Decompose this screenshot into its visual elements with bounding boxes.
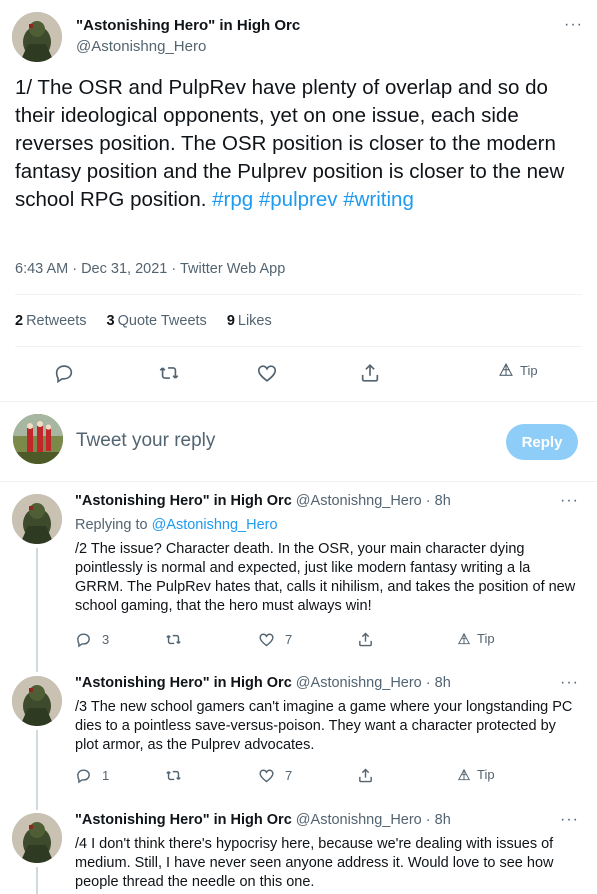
reply-reply-button[interactable]: 1	[75, 767, 109, 784]
likes-stat[interactable]: 9 Likes	[227, 313, 272, 329]
reply-text: /4 I don't think there's hypocrisy here,…	[75, 836, 554, 890]
retweets-stat[interactable]: 2 Retweets	[15, 313, 87, 329]
reply-author-avatar[interactable]	[12, 494, 62, 544]
tweet-action-bar: Tip	[0, 358, 597, 390]
more-options-icon[interactable]: ···	[564, 16, 583, 34]
reply-header: "Astonishing Hero" in High Orc @Astonish…	[75, 812, 451, 828]
reply-text: /2 The issue? Character death. In the OS…	[75, 541, 576, 614]
reply-header: "Astonishing Hero" in High Orc @Astonish…	[75, 493, 451, 509]
tip-label: Tip	[477, 631, 495, 646]
like-button[interactable]: 7	[258, 631, 292, 648]
main-tweet-header: "Astonishing Hero" in High Orc @Astonish…	[12, 10, 585, 65]
hashtag-rpg[interactable]: #rpg	[212, 188, 253, 211]
tip-icon	[457, 632, 471, 644]
tip-label: Tip	[477, 767, 495, 782]
like-button[interactable]: 7	[258, 767, 292, 784]
quote-count: 3	[106, 313, 115, 329]
quote-tweets-stat[interactable]: 3 Quote Tweets	[107, 313, 207, 329]
divider	[15, 346, 582, 347]
reply-author-name[interactable]: "Astonishing Hero" in High Orc	[75, 493, 292, 509]
like-icon	[259, 633, 274, 647]
author-name[interactable]: "Astonishing Hero" in High Orc	[76, 17, 300, 34]
thread-line	[36, 867, 38, 894]
reply-text: /3 The new school gamers can't imagine a…	[75, 699, 573, 753]
reply-count: 1	[102, 768, 110, 783]
reply-button[interactable]: Reply	[506, 424, 578, 460]
reply-count: 3	[102, 632, 110, 647]
hashtag-pulprev[interactable]: #pulprev	[259, 188, 338, 211]
reply-author-name[interactable]: "Astonishing Hero" in High Orc	[75, 812, 292, 828]
tip-icon	[457, 768, 471, 780]
share-icon	[359, 768, 372, 783]
reply-icon[interactable]	[53, 362, 75, 384]
tip-button[interactable]: Tip	[457, 767, 495, 782]
more-options-icon[interactable]: ···	[560, 674, 579, 692]
retweet-icon[interactable]	[158, 362, 180, 384]
replying-to-link[interactable]: @Astonishng_Hero	[152, 517, 278, 533]
reply-input[interactable]: Tweet your reply	[76, 430, 215, 452]
author-avatar[interactable]	[12, 12, 62, 62]
retweet-icon	[166, 634, 181, 645]
divider	[15, 294, 582, 295]
like-icon	[259, 769, 274, 783]
reply-handle-time[interactable]: @Astonishng_Hero · 8h	[296, 812, 451, 828]
tweet-text: 1/ The OSR and PulpRev have plenty of ov…	[15, 74, 585, 214]
reply-tweet[interactable]: "Astonishing Hero" in High Orc @Astonish…	[0, 666, 597, 810]
reply-author-avatar[interactable]	[12, 676, 62, 726]
more-options-icon[interactable]: ···	[560, 492, 579, 510]
reply-author-avatar[interactable]	[12, 813, 62, 863]
replying-to: Replying to @Astonishng_Hero	[75, 517, 278, 533]
reply-author-name[interactable]: "Astonishing Hero" in High Orc	[75, 675, 292, 691]
share-icon	[359, 632, 372, 647]
like-count: 7	[285, 768, 293, 783]
retweet-button[interactable]	[165, 767, 182, 784]
reply-composer: Tweet your reply Reply	[0, 408, 597, 474]
likes-label: Likes	[237, 313, 272, 329]
share-button[interactable]	[357, 631, 374, 648]
tip-button[interactable]: Tip	[457, 631, 495, 646]
tip-icon	[499, 362, 513, 376]
reply-action-bar: 3 7 Tip	[75, 631, 575, 653]
tweet-stats: 2 Retweets 3 Quote Tweets 9 Likes	[15, 313, 272, 329]
reply-icon	[77, 769, 90, 784]
hashtag-writing[interactable]: #writing	[343, 188, 414, 211]
reply-tweet[interactable]: "Astonishing Hero" in High Orc @Astonish…	[0, 803, 597, 894]
replying-prefix: Replying to	[75, 517, 152, 533]
retweets-label: Retweets	[26, 313, 87, 329]
likes-count: 9	[226, 313, 235, 329]
like-icon[interactable]	[256, 362, 278, 384]
share-button[interactable]	[357, 767, 374, 784]
retweet-icon	[166, 770, 181, 781]
divider	[0, 481, 597, 482]
thread-line	[36, 548, 38, 672]
reply-handle-time[interactable]: @Astonishng_Hero · 8h	[296, 675, 451, 691]
reply-action-bar: 1 7 Tip	[75, 767, 575, 789]
current-user-avatar[interactable]	[13, 414, 63, 464]
reply-reply-button[interactable]: 3	[75, 631, 109, 648]
reply-header: "Astonishing Hero" in High Orc @Astonish…	[75, 675, 451, 691]
retweets-count: 2	[15, 313, 24, 329]
tweet-timestamp[interactable]: 6:43 AM · Dec 31, 2021 · Twitter Web App	[15, 261, 285, 277]
retweet-button[interactable]	[165, 631, 182, 648]
tip-button[interactable]: Tip	[498, 362, 538, 378]
author-handle[interactable]: @Astonishng_Hero	[76, 38, 206, 55]
share-icon[interactable]	[359, 362, 381, 384]
thread-line	[36, 730, 38, 810]
more-options-icon[interactable]: ···	[560, 811, 579, 829]
quote-label: Quote Tweets	[117, 313, 207, 329]
reply-icon	[77, 633, 90, 648]
divider	[0, 401, 597, 402]
reply-tweet[interactable]: "Astonishing Hero" in High Orc @Astonish…	[0, 484, 597, 672]
like-count: 7	[285, 632, 293, 647]
reply-handle-time[interactable]: @Astonishng_Hero · 8h	[296, 493, 451, 509]
tip-label: Tip	[520, 362, 538, 378]
